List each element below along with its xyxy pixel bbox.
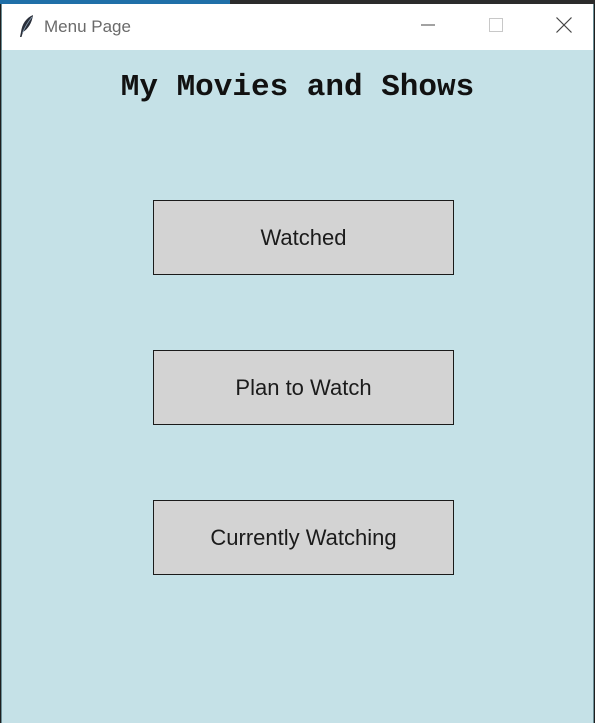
close-icon <box>556 16 572 38</box>
currently-watching-button[interactable]: Currently Watching <box>153 500 454 575</box>
feather-icon <box>18 14 36 38</box>
title-bar[interactable]: Menu Page <box>2 4 593 50</box>
window-title: Menu Page <box>44 17 131 36</box>
page-title: My Movies and Shows <box>120 70 475 105</box>
app-window: Menu Page My Movies and Shows Watched Pl… <box>1 4 594 723</box>
minimize-icon <box>421 18 435 37</box>
maximize-button[interactable] <box>464 4 528 50</box>
close-button[interactable] <box>534 4 594 50</box>
watched-button[interactable]: Watched <box>153 200 454 275</box>
minimize-button[interactable] <box>396 4 460 50</box>
maximize-icon <box>489 17 503 37</box>
plan-to-watch-button[interactable]: Plan to Watch <box>153 350 454 425</box>
